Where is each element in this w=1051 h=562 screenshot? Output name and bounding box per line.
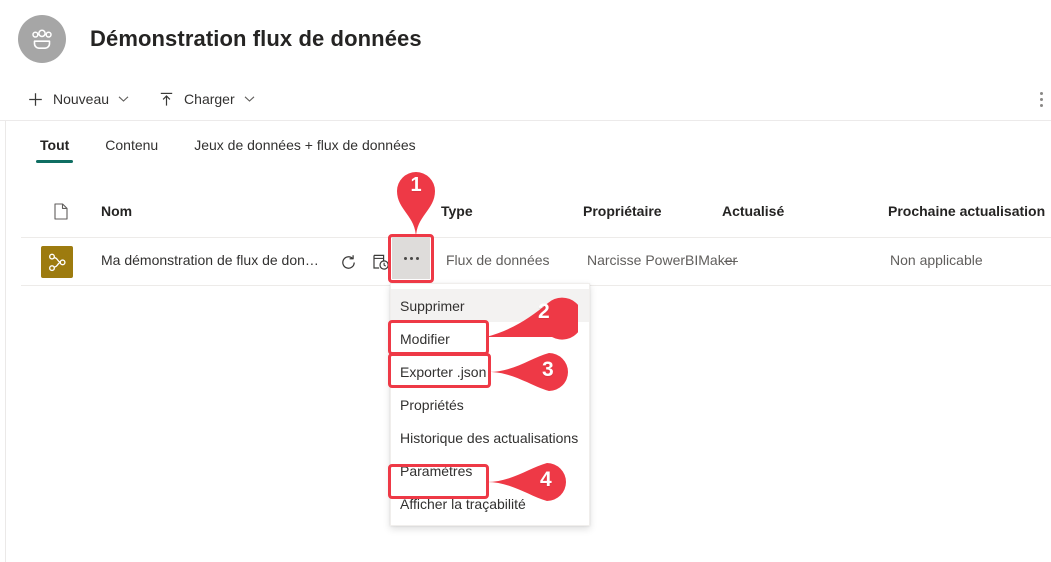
more-vertical-icon[interactable]: [1033, 85, 1049, 113]
column-header-prochaine-actualisation[interactable]: Prochaine actualisation: [888, 203, 1045, 219]
row-owner-value: Narcisse PowerBIMaker: [587, 252, 738, 268]
row-refreshed-value: —: [724, 252, 738, 268]
row-next-refresh-value: Non applicable: [890, 252, 983, 268]
upload-button-label: Charger: [184, 91, 235, 107]
content-tabs: Tout Contenu Jeux de données + flux de d…: [6, 133, 450, 173]
column-header-actualise[interactable]: Actualisé: [722, 203, 784, 219]
menu-item-parametres[interactable]: Paramètres: [391, 454, 589, 487]
column-header-type[interactable]: Type: [441, 203, 473, 219]
upload-arrow-icon: [157, 90, 175, 108]
table-row[interactable]: Ma démonstration de flux de don… Flux de…: [6, 238, 1051, 285]
page-title: Démonstration flux de données: [90, 26, 422, 51]
menu-item-historique-des-actualisations[interactable]: Historique des actualisations: [391, 421, 589, 454]
chevron-down-icon: [244, 95, 255, 103]
power-bi-workspace-page: Démonstration flux de données Nouveau Ch…: [0, 0, 1051, 562]
menu-item-proprietes[interactable]: Propriétés: [391, 388, 589, 421]
page-header: Démonstration flux de données: [0, 0, 1051, 78]
command-bar: Nouveau Charger: [0, 78, 1051, 121]
chevron-down-icon: [118, 95, 129, 103]
tab-jeux-de-donnees-flux-de-donnees[interactable]: Jeux de données + flux de données: [192, 133, 417, 163]
refresh-icon[interactable]: [337, 251, 359, 273]
menu-item-modifier[interactable]: Modifier: [391, 322, 589, 355]
row-more-options-button[interactable]: [392, 237, 430, 279]
row-context-menu: Supprimer Modifier Exporter .json Propri…: [390, 283, 590, 526]
menu-item-supprimer[interactable]: Supprimer: [391, 289, 589, 322]
more-horizontal-icon: [402, 256, 420, 260]
scheduled-refresh-icon[interactable]: [370, 251, 392, 273]
new-button[interactable]: Nouveau: [20, 83, 135, 115]
table-header: Nom Type Propriétaire Actualisé Prochain…: [6, 203, 1051, 239]
upload-button[interactable]: Charger: [151, 83, 261, 115]
tab-tout[interactable]: Tout: [35, 133, 74, 163]
dataflow-icon: [41, 246, 73, 278]
menu-item-exporter-json[interactable]: Exporter .json: [391, 355, 589, 388]
column-header-nom[interactable]: Nom: [101, 203, 132, 219]
plus-icon: [26, 90, 44, 108]
column-header-proprietaire[interactable]: Propriétaire: [583, 203, 662, 219]
row-name-label[interactable]: Ma démonstration de flux de don…: [101, 252, 319, 268]
tab-contenu[interactable]: Contenu: [103, 133, 160, 163]
people-group-icon: [18, 15, 66, 63]
row-type-value: Flux de données: [446, 252, 550, 268]
file-icon: [54, 203, 68, 220]
menu-item-afficher-la-tracabilite[interactable]: Afficher la traçabilité: [391, 487, 589, 520]
new-button-label: Nouveau: [53, 91, 110, 107]
